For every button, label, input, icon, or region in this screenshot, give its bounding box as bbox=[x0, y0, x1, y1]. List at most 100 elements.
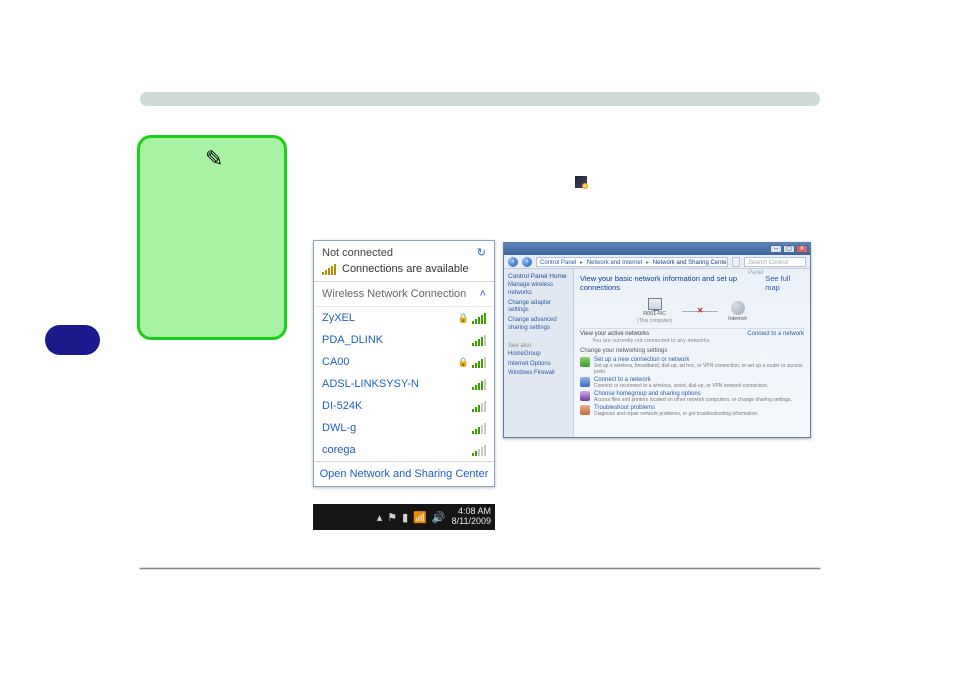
wifi-network-item[interactable]: PDA_DLINK bbox=[314, 329, 494, 351]
wifi-network-name: PDA_DLINK bbox=[322, 334, 383, 346]
breadcrumb-sep-icon: ▸ bbox=[580, 260, 583, 266]
network-diagram: R001-RC (This computer) ✕ Internet bbox=[580, 296, 804, 328]
wifi-section-title: Wireless Network Connection bbox=[322, 288, 466, 300]
sidebar-link-advanced-sharing[interactable]: Change advanced sharing settings bbox=[508, 317, 569, 333]
window-toolbar: ‹ › Control Panel ▸ Network and Internet… bbox=[504, 255, 810, 269]
system-tray: ▴ ⚑ ▮ 📶 🔊 bbox=[377, 511, 446, 524]
computer-icon bbox=[648, 298, 662, 310]
wifi-network-name: corega bbox=[322, 444, 356, 456]
wifi-network-name: CA00 bbox=[322, 356, 350, 368]
network-icon[interactable]: 📶 bbox=[413, 511, 427, 524]
breadcrumb[interactable]: Control Panel ▸ Network and Internet ▸ N… bbox=[536, 257, 728, 267]
wifi-network-status: 🔒 bbox=[458, 312, 486, 324]
volume-icon[interactable]: 🔊 bbox=[432, 511, 446, 524]
breadcrumb-root[interactable]: Control Panel bbox=[540, 260, 576, 266]
option-icon bbox=[580, 377, 590, 387]
wifi-network-name: ADSL-LINKSYSY-N bbox=[322, 378, 419, 390]
decorative-pill bbox=[45, 325, 100, 355]
sidebar-seealso-homegroup[interactable]: HomeGroup bbox=[508, 351, 569, 359]
option-text: Troubleshoot problemsDiagnose and repair… bbox=[594, 405, 759, 417]
network-sharing-center-window: – ▢ ✕ ‹ › Control Panel ▸ Network and In… bbox=[503, 242, 811, 438]
close-button[interactable]: ✕ bbox=[796, 245, 808, 253]
sidebar-link-adapter-settings[interactable]: Change adapter settings bbox=[508, 300, 569, 316]
option-desc: Access files and printers located on oth… bbox=[594, 397, 792, 403]
wifi-network-name: DI-524K bbox=[322, 400, 362, 412]
nav-back-button[interactable]: ‹ bbox=[508, 257, 518, 267]
decorative-header-bar bbox=[140, 92, 820, 106]
wifi-network-status bbox=[472, 334, 486, 346]
nav-forward-button[interactable]: › bbox=[522, 257, 532, 267]
tray-arrow-icon[interactable]: ▴ bbox=[377, 511, 383, 524]
option-text: Choose homegroup and sharing optionsAcce… bbox=[594, 391, 792, 403]
note-card: ✎ bbox=[137, 135, 287, 340]
active-networks-note: You are currently not connected to any n… bbox=[580, 338, 804, 344]
wifi-network-item[interactable]: ZyXEL 🔒 bbox=[314, 307, 494, 329]
sidebar-see-also-head: See also bbox=[508, 343, 569, 349]
wifi-network-status: 🔒 bbox=[458, 356, 486, 368]
diagram-pc-sub: (This computer) bbox=[637, 318, 672, 324]
wifi-list: ZyXEL 🔒 PDA_DLINK CA00 🔒 ADSL-LINKSYSY-N DI-52… bbox=[314, 307, 494, 461]
wifi-network-status bbox=[472, 422, 486, 434]
wifi-network-item[interactable]: DWL-g bbox=[314, 417, 494, 439]
wifi-network-name: ZyXEL bbox=[322, 312, 355, 324]
breadcrumb-mid[interactable]: Network and Internet bbox=[587, 260, 643, 266]
diagram-internet-label: Internet bbox=[728, 316, 747, 322]
main-title: View your basic network information and … bbox=[580, 274, 765, 292]
option-icon bbox=[580, 405, 590, 415]
networking-option[interactable]: Connect to a networkConnect or reconnect… bbox=[580, 376, 804, 390]
sidebar-link-manage-wireless[interactable]: Manage wireless networks bbox=[508, 282, 569, 298]
chevron-up-icon[interactable]: ˄ bbox=[480, 288, 486, 300]
diagram-pc-name: R001-RC bbox=[643, 311, 666, 317]
wifi-network-item[interactable]: CA00 🔒 bbox=[314, 351, 494, 373]
refresh-icon[interactable]: ↻ bbox=[477, 246, 486, 259]
signal-strength-icon bbox=[472, 422, 486, 434]
internet-icon bbox=[731, 301, 745, 315]
search-input[interactable]: Search Control Panel bbox=[744, 257, 806, 267]
window-titlebar[interactable]: – ▢ ✕ bbox=[504, 243, 810, 255]
maximize-button[interactable]: ▢ bbox=[783, 245, 795, 253]
bottom-divider bbox=[140, 568, 820, 569]
option-text: Set up a new connection or networkSet up… bbox=[594, 357, 804, 375]
wifi-network-item[interactable]: DI-524K bbox=[314, 395, 494, 417]
option-icon bbox=[580, 357, 590, 367]
breadcrumb-current[interactable]: Network and Sharing Center bbox=[653, 260, 728, 266]
connection-line: ✕ bbox=[682, 311, 718, 312]
wifi-status: Not connected bbox=[322, 247, 393, 259]
signal-strength-icon bbox=[472, 356, 486, 368]
wifi-available-label: Connections are available bbox=[342, 263, 469, 275]
wifi-network-status bbox=[472, 444, 486, 456]
window-main: View your basic network information and … bbox=[574, 269, 810, 437]
change-settings-head: Change your networking settings bbox=[580, 348, 804, 354]
signal-strength-icon bbox=[472, 312, 486, 324]
signal-strength-icon bbox=[472, 378, 486, 390]
wifi-popup: Not connected ↻ Connections are availabl… bbox=[313, 240, 495, 487]
see-full-map-link[interactable]: See full map bbox=[765, 274, 804, 292]
disconnected-x-icon: ✕ bbox=[697, 306, 704, 315]
sidebar-seealso-internet-options[interactable]: Internet Options bbox=[508, 361, 569, 369]
open-network-sharing-center-link[interactable]: Open Network and Sharing Center bbox=[314, 461, 494, 486]
option-icon bbox=[580, 391, 590, 401]
taskbar: ▴ ⚑ ▮ 📶 🔊 4:08 AM 8/11/2009 bbox=[313, 504, 495, 530]
wifi-network-item[interactable]: ADSL-LINKSYSY-N bbox=[314, 373, 494, 395]
clock-date: 8/11/2009 bbox=[452, 517, 491, 527]
pen-icon: ✎ bbox=[205, 146, 223, 172]
networking-option[interactable]: Troubleshoot problemsDiagnose and repair… bbox=[580, 404, 804, 418]
sidebar-seealso-windows-firewall[interactable]: Windows Firewall bbox=[508, 370, 569, 378]
minimize-button[interactable]: – bbox=[770, 245, 782, 253]
breadcrumb-dropdown[interactable] bbox=[732, 257, 740, 267]
wifi-network-item[interactable]: corega bbox=[314, 439, 494, 461]
network-tray-icon-callout bbox=[575, 176, 587, 188]
networking-option[interactable]: Choose homegroup and sharing optionsAcce… bbox=[580, 390, 804, 404]
system-clock[interactable]: 4:08 AM 8/11/2009 bbox=[452, 507, 491, 527]
connect-to-network-link[interactable]: Connect to a network bbox=[747, 331, 804, 337]
breadcrumb-sep-icon: ▸ bbox=[646, 260, 649, 266]
signal-strength-icon bbox=[472, 334, 486, 346]
battery-icon[interactable]: ▮ bbox=[402, 511, 408, 524]
flag-icon[interactable]: ⚑ bbox=[387, 511, 397, 524]
control-panel-home-link[interactable]: Control Panel Home bbox=[508, 273, 569, 280]
wifi-network-status bbox=[472, 400, 486, 412]
networking-option[interactable]: Set up a new connection or networkSet up… bbox=[580, 356, 804, 376]
option-text: Connect to a networkConnect or reconnect… bbox=[594, 377, 768, 389]
window-sidebar: Control Panel Home Manage wireless netwo… bbox=[504, 269, 574, 437]
lock-icon: 🔒 bbox=[458, 313, 469, 324]
